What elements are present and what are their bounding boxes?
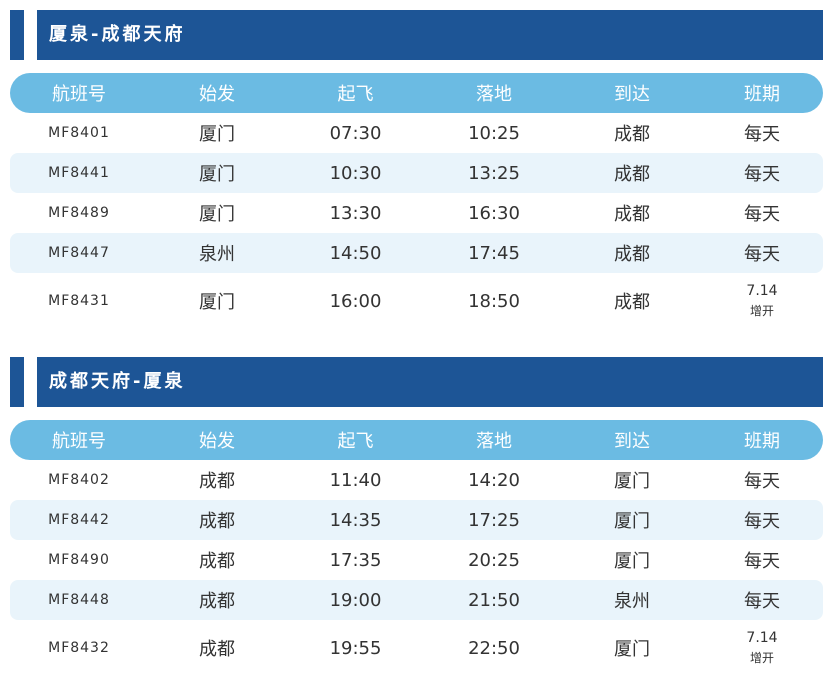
- depart-time: 16:00: [329, 290, 382, 312]
- table-header: 航班号 始发 起飞 落地 到达 班期: [10, 73, 823, 113]
- arrive-time: 18:50: [468, 290, 520, 312]
- depart-time: 07:30: [329, 122, 382, 144]
- table-row: MF8490 成都 17:35 20:25 厦门 每天: [10, 540, 823, 580]
- table-row: MF8432 成都 19:55 22:50 厦门 7.14 增开: [10, 620, 823, 676]
- schedule-days: 每天: [744, 551, 780, 572]
- schedule-days: 每天: [744, 204, 780, 225]
- origin-city: 成都: [199, 511, 235, 532]
- header-destination: 到达: [614, 84, 650, 105]
- arrive-time: 21:50: [468, 589, 520, 611]
- table-row: MF8431 厦门 16:00 18:50 成都 7.14 增开: [10, 273, 823, 329]
- arrive-time: 17:25: [468, 509, 520, 531]
- flight-number: MF8431: [48, 293, 110, 309]
- header-arrive: 落地: [476, 431, 512, 452]
- header-flight-no: 航班号: [52, 84, 106, 105]
- depart-time: 13:30: [329, 202, 382, 224]
- table-row: MF8442 成都 14:35 17:25 厦门 每天: [10, 500, 823, 540]
- depart-time: 19:55: [329, 637, 382, 659]
- arrive-time: 17:45: [468, 242, 520, 264]
- schedule-days: 7.14 增开: [701, 281, 823, 321]
- flight-number: MF8401: [48, 125, 110, 141]
- header-flight-no: 航班号: [52, 431, 106, 452]
- depart-time: 14:35: [329, 509, 382, 531]
- schedule-days: 每天: [744, 124, 780, 145]
- section-title-row: 厦泉-成都天府: [0, 10, 836, 60]
- route-section-return: 成都天府-厦泉 航班号 始发 起飞 落地 到达 班期 MF8402 成都 11:…: [0, 357, 836, 665]
- arrive-time: 13:25: [468, 162, 520, 184]
- flight-number: MF8489: [48, 205, 110, 221]
- arrive-time: 14:20: [468, 469, 520, 491]
- header-arrive: 落地: [476, 84, 512, 105]
- route-section-outbound: 厦泉-成都天府 航班号 始发 起飞 落地 到达 班期 MF8401 厦门 07:…: [0, 10, 836, 318]
- flight-number: MF8447: [48, 245, 110, 261]
- depart-time: 17:35: [329, 549, 382, 571]
- table-row: MF8448 成都 19:00 21:50 泉州 每天: [10, 580, 823, 620]
- schedule-days: 7.14 增开: [701, 628, 823, 668]
- header-depart: 起飞: [337, 431, 374, 452]
- origin-city: 成都: [199, 639, 235, 660]
- flight-number: MF8442: [48, 512, 110, 528]
- flight-number: MF8432: [48, 640, 110, 656]
- arrive-time: 22:50: [468, 637, 520, 659]
- schedule-note: 增开: [749, 304, 774, 318]
- origin-city: 厦门: [199, 292, 235, 313]
- title-accent-bar: [10, 10, 24, 60]
- schedule-days: 每天: [744, 471, 780, 492]
- depart-time: 19:00: [329, 589, 382, 611]
- origin-city: 厦门: [199, 164, 235, 185]
- schedule-days: 每天: [744, 164, 780, 185]
- arrive-time: 10:25: [468, 122, 520, 144]
- table-row: MF8441 厦门 10:30 13:25 成都 每天: [10, 153, 823, 193]
- destination-city: 厦门: [614, 639, 650, 660]
- schedule-date: 7.14: [746, 630, 778, 646]
- schedule-days: 每天: [744, 591, 780, 612]
- depart-time: 14:50: [329, 242, 382, 264]
- schedule-note: 增开: [749, 651, 774, 665]
- depart-time: 10:30: [329, 162, 382, 184]
- flight-number: MF8441: [48, 165, 110, 181]
- origin-city: 成都: [199, 591, 235, 612]
- header-schedule: 班期: [744, 431, 780, 452]
- schedule-date: 7.14: [746, 283, 778, 299]
- flight-number: MF8402: [48, 472, 110, 488]
- origin-city: 成都: [199, 551, 235, 572]
- table-row: MF8489 厦门 13:30 16:30 成都 每天: [10, 193, 823, 233]
- destination-city: 成都: [614, 124, 650, 145]
- origin-city: 成都: [199, 471, 235, 492]
- table-row: MF8402 成都 11:40 14:20 厦门 每天: [10, 460, 823, 500]
- section-title: 厦泉-成都天府: [37, 10, 823, 60]
- origin-city: 厦门: [199, 124, 235, 145]
- destination-city: 成都: [614, 164, 650, 185]
- destination-city: 成都: [614, 244, 650, 265]
- schedule-days: 每天: [744, 244, 780, 265]
- destination-city: 成都: [614, 292, 650, 313]
- schedule-days: 每天: [744, 511, 780, 532]
- table-row: MF8401 厦门 07:30 10:25 成都 每天: [10, 113, 823, 153]
- table-row: MF8447 泉州 14:50 17:45 成都 每天: [10, 233, 823, 273]
- destination-city: 泉州: [614, 591, 650, 612]
- header-destination: 到达: [614, 431, 650, 452]
- title-accent-bar: [10, 357, 24, 407]
- origin-city: 泉州: [199, 244, 235, 265]
- arrive-time: 20:25: [468, 549, 520, 571]
- destination-city: 厦门: [614, 551, 650, 572]
- header-origin: 始发: [199, 431, 235, 452]
- section-title: 成都天府-厦泉: [37, 357, 823, 407]
- flight-table: 航班号 始发 起飞 落地 到达 班期 MF8401 厦门 07:30 10:25…: [10, 73, 823, 329]
- header-depart: 起飞: [337, 84, 374, 105]
- depart-time: 11:40: [329, 469, 382, 491]
- destination-city: 厦门: [614, 511, 650, 532]
- header-origin: 始发: [199, 84, 235, 105]
- destination-city: 厦门: [614, 471, 650, 492]
- table-header: 航班号 始发 起飞 落地 到达 班期: [10, 420, 823, 460]
- section-title-row: 成都天府-厦泉: [0, 357, 836, 407]
- flight-table: 航班号 始发 起飞 落地 到达 班期 MF8402 成都 11:40 14:20…: [10, 420, 823, 676]
- flight-number: MF8490: [48, 552, 110, 568]
- flight-number: MF8448: [48, 592, 110, 608]
- header-schedule: 班期: [744, 84, 780, 105]
- origin-city: 厦门: [199, 204, 235, 225]
- destination-city: 成都: [614, 204, 650, 225]
- arrive-time: 16:30: [468, 202, 520, 224]
